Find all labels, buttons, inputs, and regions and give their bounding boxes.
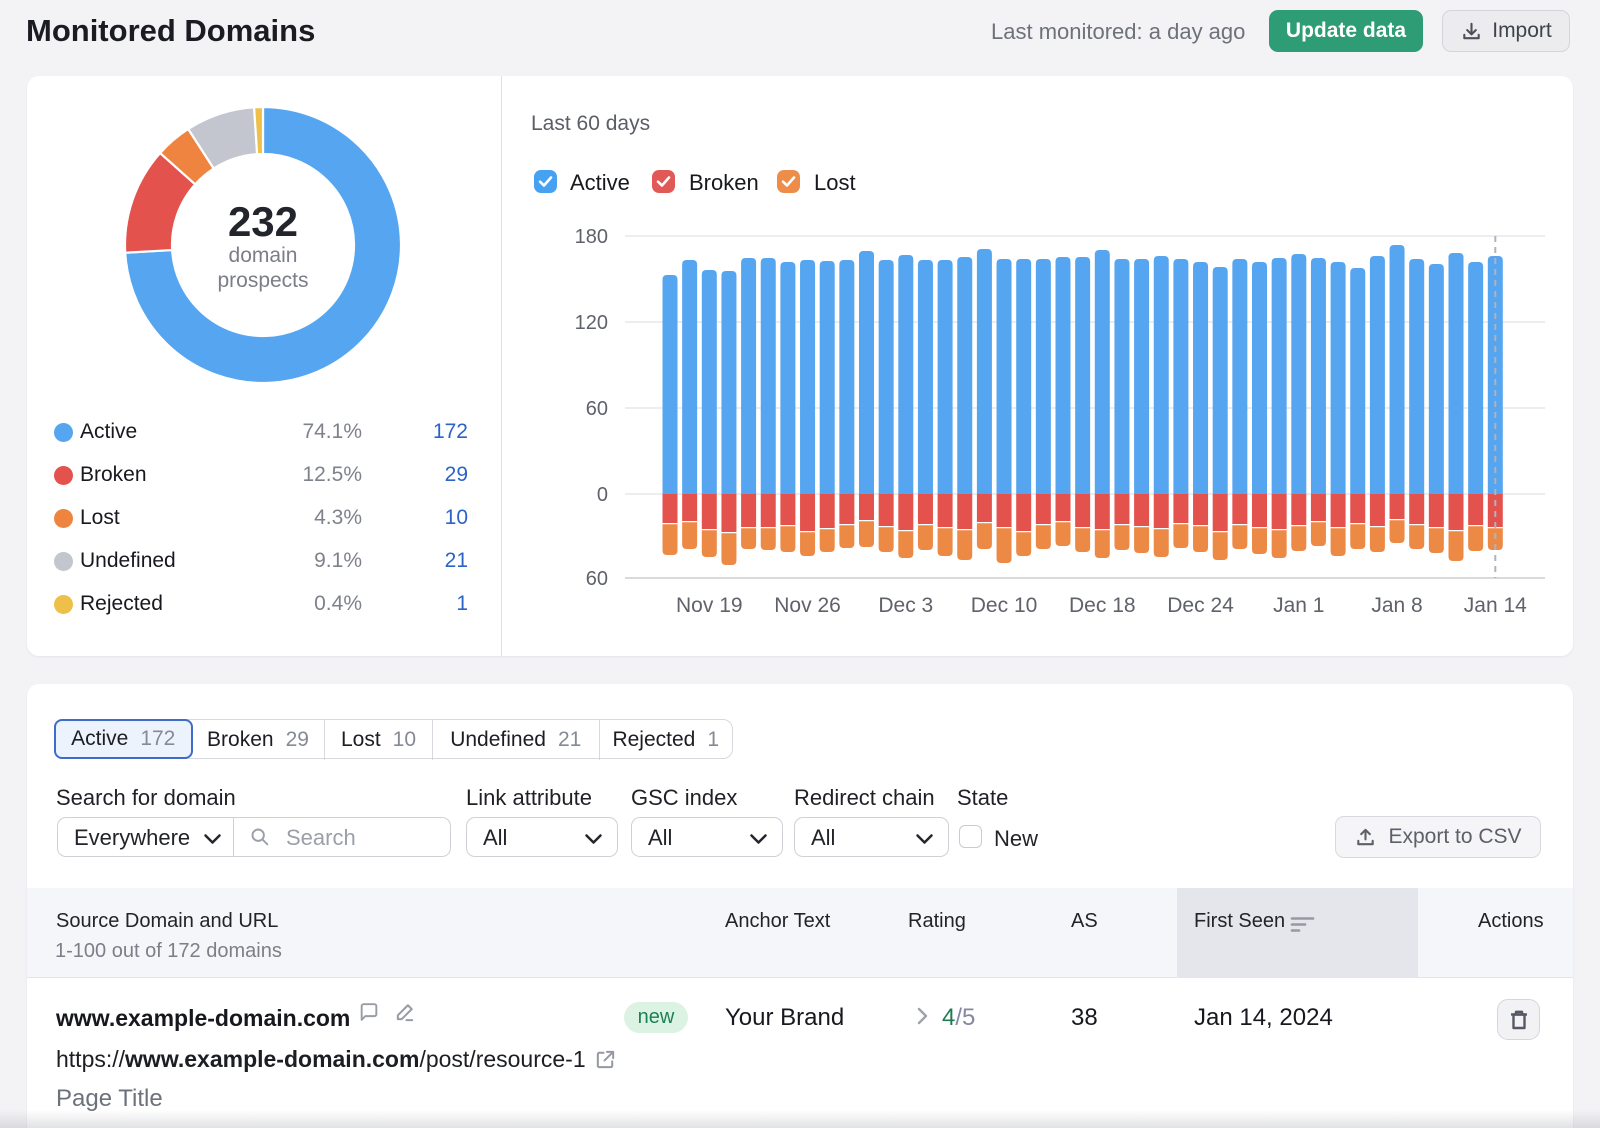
svg-text:Jan 14: Jan 14 <box>1464 594 1527 617</box>
svg-text:Jan 1: Jan 1 <box>1273 594 1324 617</box>
svg-text:Dec 24: Dec 24 <box>1167 594 1234 617</box>
svg-text:prospects: prospects <box>217 269 308 292</box>
svg-text:180: 180 <box>575 226 608 248</box>
svg-text:0: 0 <box>597 484 608 506</box>
svg-text:Nov 26: Nov 26 <box>774 594 841 617</box>
svg-text:120: 120 <box>575 312 608 334</box>
svg-text:Dec 18: Dec 18 <box>1069 594 1136 617</box>
svg-text:60: 60 <box>586 568 608 590</box>
svg-text:Nov 19: Nov 19 <box>676 594 743 617</box>
svg-text:60: 60 <box>586 398 608 420</box>
svg-text:Dec 3: Dec 3 <box>878 594 933 617</box>
svg-text:Dec 10: Dec 10 <box>971 594 1038 617</box>
svg-text:domain: domain <box>229 244 298 267</box>
svg-text:Jan 8: Jan 8 <box>1371 594 1422 617</box>
svg-text:232: 232 <box>228 198 298 245</box>
